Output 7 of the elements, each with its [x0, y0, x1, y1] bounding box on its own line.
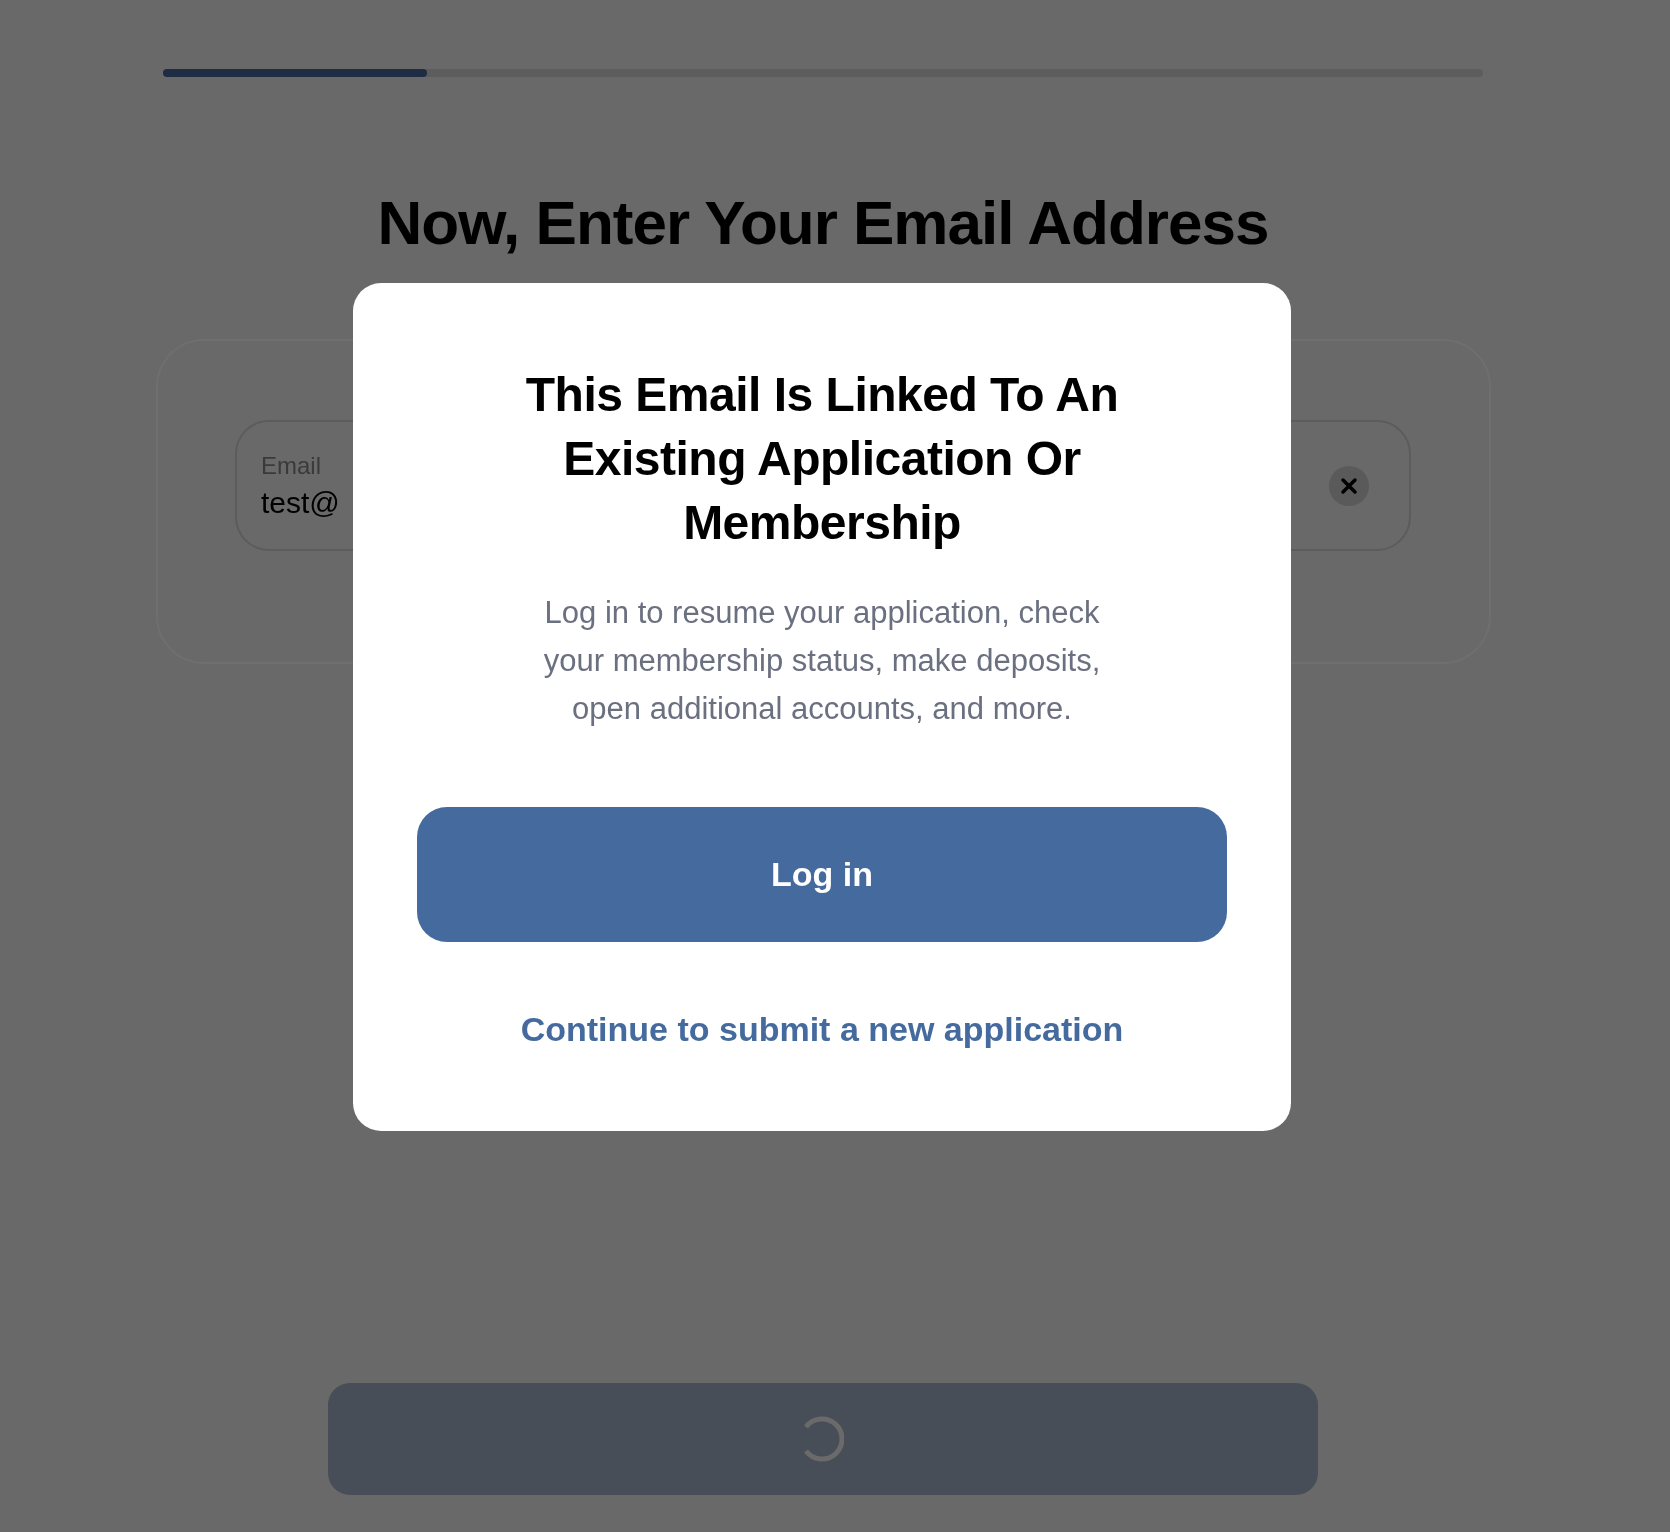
login-button[interactable]: Log in — [417, 807, 1227, 942]
modal-title: This Email Is Linked To An Existing Application Or Membership — [524, 367, 1120, 551]
page-heading: Now, Enter Your Email Address — [377, 187, 1269, 259]
new-application-link[interactable]: Continue to submit a new application — [520, 1010, 1124, 1049]
spinner-icon — [802, 1414, 844, 1464]
clear-icon[interactable] — [1329, 465, 1369, 506]
modal-message: Log in to resume your application, check your membership status, make deposits, open additional accounts, and more. — [542, 594, 1102, 728]
